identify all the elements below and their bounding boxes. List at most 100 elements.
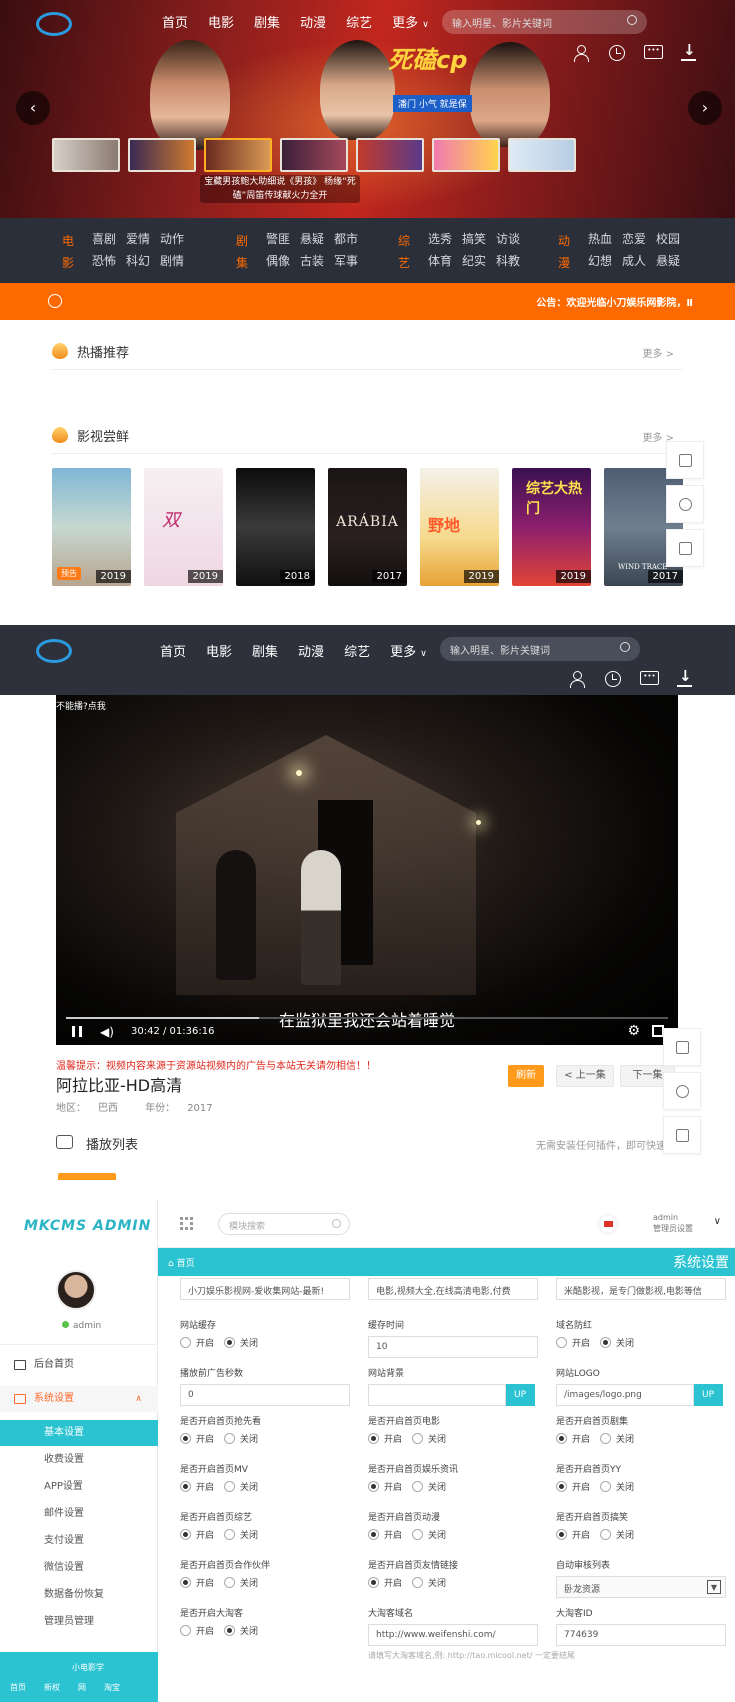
footer-link[interactable]: 新权: [44, 1682, 60, 1693]
module-search-input[interactable]: 模块搜索: [218, 1213, 350, 1235]
poster-card[interactable]: 综艺大热门 2019: [512, 468, 591, 586]
category-head[interactable]: 综艺: [398, 230, 412, 274]
text-input[interactable]: 774639: [556, 1624, 726, 1646]
radio-disable[interactable]: 关闭: [224, 1480, 258, 1493]
banner-thumb[interactable]: [508, 138, 576, 172]
radio-disable[interactable]: 关闭: [412, 1480, 446, 1493]
chevron-down-icon[interactable]: ∨: [714, 1216, 721, 1227]
category-link[interactable]: 恋爱: [622, 230, 656, 248]
footer-link[interactable]: 首页: [10, 1682, 26, 1693]
progress-bar[interactable]: [66, 1017, 668, 1019]
dropdown-arrow-icon[interactable]: ▼: [707, 1580, 721, 1594]
admin-user-menu[interactable]: admin 管理员设置: [653, 1212, 693, 1234]
category-head[interactable]: 动漫: [558, 230, 572, 274]
prev-episode-button[interactable]: < 上一集: [556, 1065, 614, 1087]
site-logo[interactable]: [36, 10, 146, 38]
nav-more[interactable]: 更多 ∨: [390, 641, 427, 660]
more-link[interactable]: 更多 >: [642, 345, 674, 360]
settings-gear-icon[interactable]: ⚙: [627, 1023, 640, 1039]
search-input[interactable]: 输入明星、影片关键词: [442, 10, 647, 34]
banner-thumb[interactable]: [280, 138, 348, 172]
banner-thumb[interactable]: [356, 138, 424, 172]
radio-enable[interactable]: 开启: [180, 1528, 214, 1541]
category-link[interactable]: 纪实: [462, 252, 496, 270]
category-link[interactable]: 警匪: [266, 230, 300, 248]
category-link[interactable]: 悬疑: [656, 252, 690, 270]
radio-enable[interactable]: 开启: [556, 1432, 590, 1445]
category-link[interactable]: 剧情: [160, 252, 194, 270]
radio-disable[interactable]: 关闭: [224, 1336, 258, 1349]
text-input[interactable]: http://www.weifenshi.com/: [368, 1624, 538, 1646]
submenu-mail-settings[interactable]: 邮件设置: [0, 1501, 158, 1527]
submenu-admin-manage[interactable]: 管理员管理: [0, 1609, 158, 1635]
avatar[interactable]: [56, 1270, 96, 1310]
radio-enable[interactable]: 开启: [368, 1528, 402, 1541]
message-icon[interactable]: [644, 44, 663, 62]
poster-card[interactable]: 双 2019: [144, 468, 223, 586]
sidebar-item-dashboard[interactable]: 后台首页: [0, 1352, 158, 1378]
banner-thumb-active[interactable]: [204, 138, 272, 172]
radio-disable[interactable]: 关闭: [224, 1624, 258, 1637]
poster-card[interactable]: 预告 2019: [52, 468, 131, 586]
category-link[interactable]: 热血: [588, 230, 622, 248]
sidebar-item-system-settings[interactable]: 系统设置 ∧: [0, 1386, 158, 1412]
search-icon[interactable]: [627, 15, 637, 25]
pause-icon[interactable]: [72, 1026, 82, 1037]
category-link[interactable]: 访谈: [496, 230, 530, 248]
category-link[interactable]: 体育: [428, 252, 462, 270]
message-icon[interactable]: [640, 670, 659, 688]
submenu-pay-settings[interactable]: 支付设置: [0, 1528, 158, 1554]
nav-home[interactable]: 首页: [162, 12, 188, 31]
category-link[interactable]: 喜剧: [92, 230, 126, 248]
upload-path-input[interactable]: /images/logo.png: [556, 1384, 694, 1406]
feedback-button[interactable]: [663, 1072, 701, 1110]
nav-variety[interactable]: 综艺: [346, 12, 372, 31]
banner-thumb[interactable]: [128, 138, 196, 172]
category-link[interactable]: 古装: [300, 252, 334, 270]
radio-disable[interactable]: 关闭: [600, 1432, 634, 1445]
hero-banner[interactable]: 死磕cp 潘门 小气 就是保 宝藏男孩鲍大助细说《男孩》 杨缘“死磕”周笛传球献…: [0, 0, 735, 218]
footer-link[interactable]: 网: [78, 1682, 86, 1693]
nav-more[interactable]: 更多 ∨: [392, 12, 429, 31]
nav-movie[interactable]: 电影: [206, 641, 232, 660]
text-input[interactable]: 0: [180, 1384, 350, 1406]
nav-movie[interactable]: 电影: [208, 12, 234, 31]
user-icon[interactable]: [572, 44, 590, 62]
comment-button[interactable]: [666, 529, 704, 567]
volume-icon[interactable]: ◀): [100, 1025, 114, 1039]
category-link[interactable]: 悬疑: [300, 230, 334, 248]
category-link[interactable]: 军事: [334, 252, 368, 270]
download-icon[interactable]: [680, 41, 698, 62]
category-link[interactable]: 偶像: [266, 252, 300, 270]
text-input[interactable]: 10: [368, 1336, 538, 1358]
category-link[interactable]: 科教: [496, 252, 530, 270]
refresh-button[interactable]: 刷新: [508, 1065, 544, 1087]
poster-card[interactable]: 野地 2019: [420, 468, 499, 586]
radio-enable[interactable]: 开启: [368, 1480, 402, 1493]
category-head[interactable]: 电影: [62, 230, 76, 274]
poster-card[interactable]: ARÁBIA 2017: [328, 468, 407, 586]
nav-home[interactable]: 首页: [160, 641, 186, 660]
source-tab[interactable]: [58, 1173, 116, 1180]
user-icon[interactable]: [568, 670, 586, 688]
banner-thumb[interactable]: [52, 138, 120, 172]
radio-disable[interactable]: 关闭: [412, 1576, 446, 1589]
category-link[interactable]: 搞笑: [462, 230, 496, 248]
site-title-input[interactable]: 小刀娱乐影视网-爱收集网站-最新!: [180, 1278, 350, 1300]
radio-enable[interactable]: 开启: [180, 1336, 214, 1349]
banner-thumb[interactable]: [432, 138, 500, 172]
upload-button[interactable]: UP: [693, 1384, 723, 1406]
radio-enable[interactable]: 开启: [180, 1432, 214, 1445]
submenu-basic-settings[interactable]: 基本设置: [0, 1420, 158, 1446]
radio-enable[interactable]: 开启: [180, 1624, 214, 1637]
upload-button[interactable]: UP: [505, 1384, 535, 1406]
search-icon[interactable]: [332, 1219, 341, 1228]
submenu-fee-settings[interactable]: 收费设置: [0, 1447, 158, 1473]
category-link[interactable]: 成人: [622, 252, 656, 270]
history-clock-icon[interactable]: [604, 670, 622, 688]
search-icon[interactable]: [620, 642, 630, 652]
cannot-play-link[interactable]: 不能播?点我: [56, 699, 106, 712]
qrcode-button[interactable]: [663, 1028, 701, 1066]
radio-enable[interactable]: 开启: [556, 1480, 590, 1493]
submenu-wechat-settings[interactable]: 微信设置: [0, 1555, 158, 1581]
